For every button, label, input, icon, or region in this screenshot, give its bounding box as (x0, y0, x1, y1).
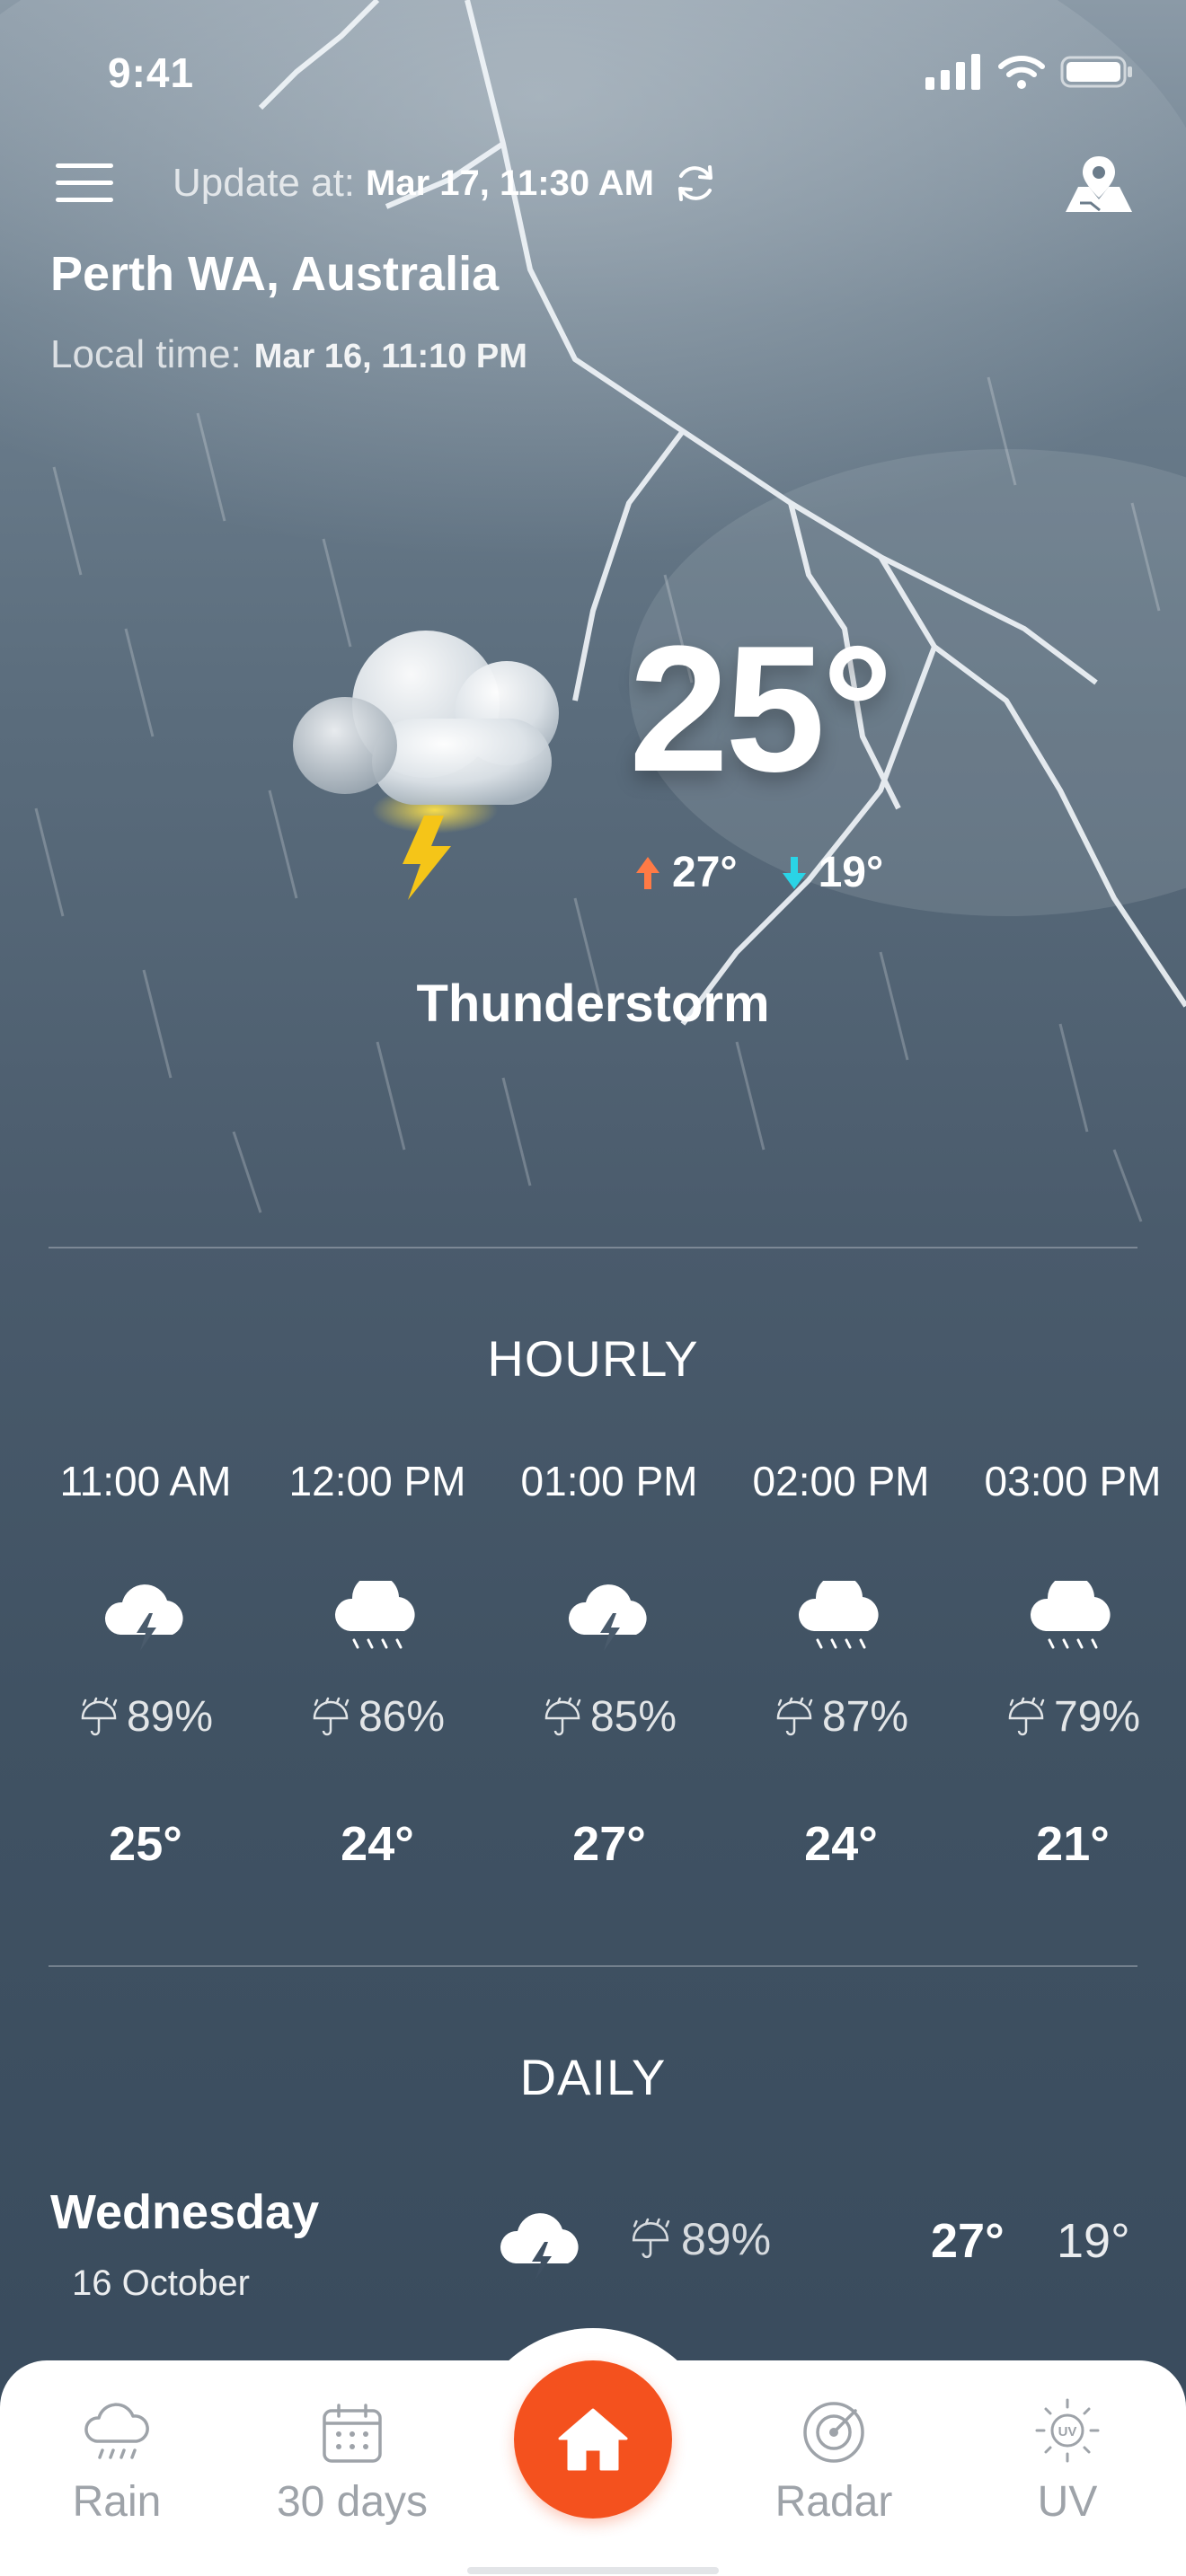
thunderstorm-icon (500, 2213, 579, 2280)
thunder-cloud-icon (293, 631, 559, 900)
daily-date: 16 October (72, 2263, 250, 2303)
low-arrow-icon (782, 856, 806, 889)
divider (49, 1247, 1137, 1248)
umbrella-rain-icon (544, 1697, 581, 1735)
map-location-icon[interactable] (1064, 153, 1134, 216)
hour-precip-value: 89% (126, 1693, 214, 1741)
home-button[interactable] (514, 2360, 672, 2519)
current-temperature: 25° (629, 609, 893, 809)
update-label: Update at: (173, 161, 356, 205)
local-time-value: Mar 16, 11:10 PM (253, 338, 527, 375)
divider (49, 1965, 1137, 1967)
daily-precipitation: 89% (629, 2213, 771, 2265)
hour-precip-value: 87% (821, 1693, 909, 1741)
rain-cloud-icon (798, 1581, 879, 1649)
home-indicator (467, 2567, 719, 2574)
status-icons (925, 54, 1134, 90)
menu-button[interactable] (56, 163, 113, 208)
update-value: Mar 17, 11:30 AM (366, 163, 654, 203)
hour-temperature: 24° (341, 1817, 414, 1871)
hour-precip-value: 79% (1053, 1693, 1141, 1741)
location-name: Perth WA, Australia (50, 247, 500, 301)
calendar-icon (323, 2404, 382, 2463)
daily-precip-value: 89% (681, 2214, 772, 2264)
signal-icon (925, 54, 980, 90)
refresh-icon[interactable] (670, 158, 721, 208)
hour-precipitation: 86% (261, 1692, 494, 1742)
umbrella-rain-icon (81, 1697, 118, 1735)
high-temperature: 27° (672, 849, 738, 896)
update-info: Update at: Mar 17, 11:30 AM (173, 158, 721, 208)
radar-icon (803, 2402, 864, 2463)
low-temperature: 19° (818, 849, 884, 896)
daily-day-name: Wednesday (50, 2185, 320, 2239)
home-icon (558, 2408, 628, 2471)
rain-icon (84, 2403, 149, 2459)
nav-item-uv[interactable]: UV UV (969, 2389, 1166, 2527)
hour-temperature: 24° (804, 1817, 878, 1871)
thunderstorm-icon (568, 1584, 647, 1651)
local-time-label: Local time: (50, 332, 242, 376)
battery-icon (1060, 56, 1132, 88)
nav-label-rain: Rain (72, 2478, 162, 2526)
hourly-title: HOURLY (487, 1330, 699, 1387)
hour-precip-value: 85% (589, 1693, 677, 1741)
rain-cloud-icon (334, 1581, 415, 1649)
hour-temperature: 21° (1036, 1817, 1110, 1871)
nav-item-rain[interactable]: Rain (18, 2389, 216, 2527)
wifi-icon (998, 56, 1045, 89)
nav-label-30-days: 30 days (276, 2478, 429, 2526)
menu-icon (56, 163, 113, 168)
hour-time: 02:00 PM (752, 1458, 930, 1504)
hour-temperature: 25° (109, 1817, 182, 1871)
nav-label-radar: Radar (774, 2478, 893, 2526)
hour-precipitation: 87% (724, 1692, 958, 1742)
umbrella-rain-icon (313, 1697, 350, 1735)
weather-condition: Thunderstorm (416, 975, 770, 1033)
nav-label-uv: UV (1037, 2478, 1098, 2526)
rain-cloud-icon (1030, 1581, 1111, 1649)
uv-icon: UV (1035, 2398, 1100, 2463)
hour-time: 01:00 PM (520, 1458, 698, 1504)
daily-high: 27° (931, 2214, 1005, 2268)
hour-precip-value: 86% (358, 1693, 446, 1741)
daily-low: 19° (1057, 2214, 1130, 2268)
umbrella-rain-icon (776, 1697, 813, 1735)
hour-time: 03:00 PM (984, 1458, 1162, 1504)
status-time: 9:41 (108, 49, 195, 96)
umbrella-rain-icon (1008, 1697, 1045, 1735)
nav-item-30-days[interactable]: 30 days (253, 2389, 451, 2527)
daily-title: DAILY (519, 2049, 667, 2105)
svg-text:UV: UV (1058, 2424, 1077, 2439)
hour-precipitation: 85% (492, 1692, 726, 1742)
hour-precipitation: 79% (956, 1692, 1186, 1742)
hour-time: 11:00 AM (59, 1458, 232, 1504)
hour-time: 12:00 PM (288, 1458, 466, 1504)
hour-precipitation: 89% (29, 1692, 262, 1742)
high-low-temperature: 27° 19° (634, 848, 883, 897)
nav-item-radar[interactable]: Radar (735, 2389, 933, 2527)
umbrella-rain-icon (632, 2218, 670, 2259)
local-time: Local time: Mar 16, 11:10 PM (50, 332, 527, 377)
thunderstorm-icon (104, 1584, 183, 1651)
hour-temperature: 27° (572, 1817, 646, 1871)
high-arrow-icon (636, 856, 659, 889)
